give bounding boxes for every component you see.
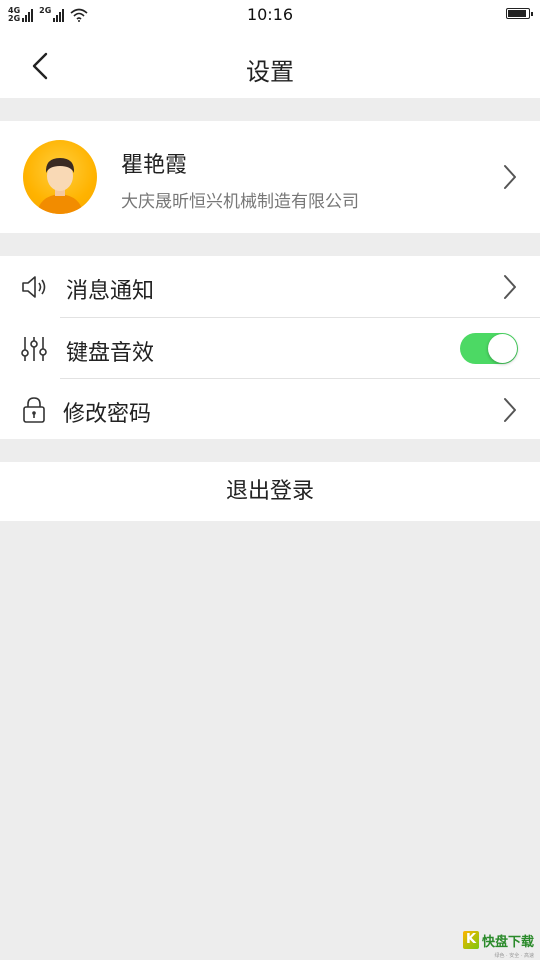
speaker-icon bbox=[22, 276, 46, 298]
chevron-right-icon bbox=[504, 275, 516, 299]
profile-company: 大庆晟昕恒兴机械制造有限公司 bbox=[121, 192, 359, 212]
navigation-bar: 设置 bbox=[0, 30, 540, 98]
person-avatar-icon bbox=[37, 158, 83, 214]
watermark-text: 快盘下载 bbox=[481, 934, 534, 950]
settings-menu: 消息通知 键盘音效 修改密码 bbox=[0, 256, 540, 439]
toggle-knob bbox=[488, 334, 517, 363]
logout-button[interactable]: 退出登录 bbox=[0, 462, 540, 521]
sliders-icon bbox=[21, 337, 47, 361]
menu-item-keyboard-sound: 键盘音效 bbox=[0, 318, 540, 379]
menu-item-label: 消息通知 bbox=[66, 279, 155, 304]
profile-name: 瞿艳霞 bbox=[121, 153, 188, 178]
profile-card[interactable]: 瞿艳霞 大庆晟昕恒兴机械制造有限公司 bbox=[0, 121, 540, 233]
page-title: 设置 bbox=[246, 58, 294, 86]
menu-item-notifications[interactable]: 消息通知 bbox=[0, 256, 540, 317]
watermark-k-icon: K bbox=[462, 931, 479, 949]
chevron-right-icon bbox=[504, 398, 516, 422]
watermark-logo: K 快盘下载 绿色 · 安全 · 高速 bbox=[462, 928, 534, 959]
battery-level bbox=[508, 10, 527, 17]
menu-item-label: 修改密码 bbox=[63, 402, 152, 427]
menu-item-label: 键盘音效 bbox=[66, 341, 155, 366]
menu-item-change-password[interactable]: 修改密码 bbox=[0, 379, 540, 440]
status-bar: 4G 2G 2G 10:16 bbox=[0, 0, 540, 30]
watermark-subtext: 绿色 · 安全 · 高速 bbox=[494, 953, 534, 959]
lock-icon bbox=[23, 397, 45, 423]
avatar bbox=[23, 140, 97, 214]
keyboard-sound-toggle[interactable] bbox=[460, 333, 518, 364]
chevron-right-icon bbox=[504, 165, 516, 189]
status-time: 10:16 bbox=[246, 5, 294, 24]
battery-icon bbox=[506, 8, 533, 19]
